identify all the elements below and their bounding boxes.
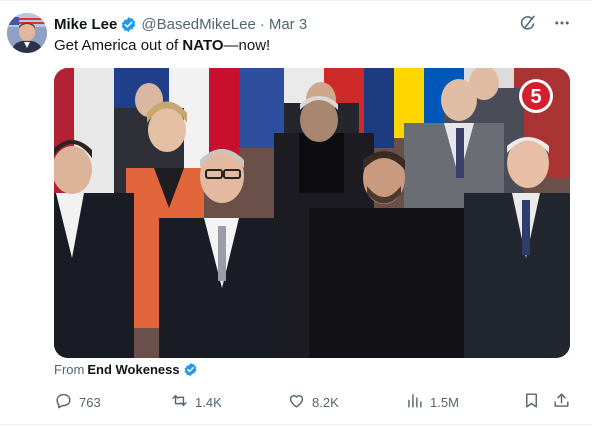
tweet-text-before: Get America out of (54, 37, 183, 54)
media-attribution: From End Wokeness (54, 362, 198, 377)
tweet-date[interactable]: Mar 3 (269, 16, 307, 33)
tweet-header: Mike Lee @BasedMikeLee · Mar 3 (54, 14, 307, 34)
author-handle[interactable]: @BasedMikeLee (141, 16, 255, 33)
divider-top (0, 0, 592, 1)
views-count: 1.5M (430, 394, 459, 410)
verified-badge-icon (120, 16, 137, 33)
more-icon[interactable] (552, 13, 572, 33)
divider-bottom (0, 424, 592, 425)
media-video[interactable]: 5 (54, 68, 570, 358)
tweet-text: Get America out of NATO—now! (54, 37, 270, 54)
action-bar: 763 1.4K 8.2K 1.5M (0, 391, 592, 413)
tweet-card[interactable]: Mike Lee @BasedMikeLee · Mar 3 Get Ameri… (0, 0, 592, 426)
repost-count: 1.4K (195, 394, 222, 410)
bookmark-icon (522, 391, 541, 413)
share-icon (552, 391, 571, 413)
author-name[interactable]: Mike Lee (54, 16, 117, 33)
reply-icon (54, 391, 73, 413)
attribution-prefix: From (54, 362, 85, 377)
views-icon (405, 391, 424, 413)
verified-badge-icon (183, 362, 198, 377)
attribution-source-link[interactable]: End Wokeness (87, 362, 179, 377)
bookmark-button[interactable] (522, 391, 541, 413)
tweet-text-after: —now! (223, 37, 271, 54)
repost-button[interactable]: 1.4K (170, 391, 222, 413)
grok-icon[interactable] (518, 13, 538, 33)
separator-dot: · (259, 15, 265, 33)
share-button[interactable] (552, 391, 571, 413)
like-icon (287, 391, 306, 413)
reply-count: 763 (79, 394, 101, 410)
top-right-actions (518, 13, 572, 33)
like-count: 8.2K (312, 394, 339, 410)
like-button[interactable]: 8.2K (287, 391, 339, 413)
repost-icon (170, 391, 189, 413)
views-button[interactable]: 1.5M (405, 391, 459, 413)
avatar[interactable] (7, 13, 47, 53)
channel-badge-text: 5 (530, 86, 541, 108)
reply-button[interactable]: 763 (54, 391, 101, 413)
tweet-text-bold: NATO (182, 37, 224, 54)
